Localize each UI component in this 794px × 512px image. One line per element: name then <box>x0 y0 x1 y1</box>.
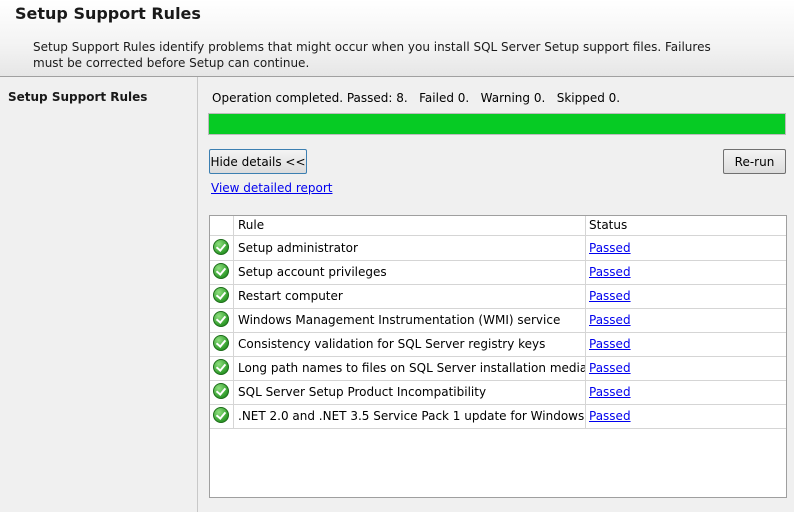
rule-status-cell: Passed <box>586 332 786 356</box>
rule-status-cell: Passed <box>586 236 786 260</box>
rule-name: .NET 2.0 and .NET 3.5 Service Pack 1 upd… <box>234 404 586 428</box>
row-icon-cell <box>210 380 234 404</box>
status-passed-link[interactable]: Passed <box>589 313 631 327</box>
progress-bar <box>208 113 786 135</box>
row-icon-cell <box>210 356 234 380</box>
table-row[interactable]: SQL Server Setup Product Incompatibility… <box>210 380 786 405</box>
operation-status-text: Operation completed. Passed: 8. Failed 0… <box>212 91 621 105</box>
table-row[interactable]: Setup administrator Passed <box>210 236 786 261</box>
page-description: Setup Support Rules identify problems th… <box>33 40 711 70</box>
rule-status-cell: Passed <box>586 356 786 380</box>
progress-bar-fill <box>209 114 785 134</box>
table-row[interactable]: Windows Management Instrumentation (WMI)… <box>210 308 786 333</box>
check-icon <box>213 311 229 327</box>
rule-status-cell: Passed <box>586 380 786 404</box>
column-header-rule[interactable]: Rule <box>234 216 586 235</box>
rule-status-cell: Passed <box>586 308 786 332</box>
table-row[interactable]: Long path names to files on SQL Server i… <box>210 356 786 381</box>
status-passed-link[interactable]: Passed <box>589 409 631 423</box>
page-header: Setup Support Rules Setup Support Rules … <box>0 0 794 77</box>
row-icon-cell <box>210 284 234 308</box>
rule-name: Long path names to files on SQL Server i… <box>234 356 586 380</box>
check-icon <box>213 239 229 255</box>
view-detailed-report-link[interactable]: View detailed report <box>211 181 332 195</box>
nav-item-setup-support-rules[interactable]: Setup Support Rules <box>8 90 147 104</box>
rule-status-cell: Passed <box>586 284 786 308</box>
rerun-button[interactable]: Re-run <box>723 149 786 174</box>
row-icon-cell <box>210 308 234 332</box>
table-row[interactable]: Restart computer Passed <box>210 284 786 309</box>
rule-status-cell: Passed <box>586 404 786 428</box>
column-header-status[interactable]: Status <box>586 216 786 235</box>
check-icon <box>213 407 229 423</box>
table-row[interactable]: .NET 2.0 and .NET 3.5 Service Pack 1 upd… <box>210 404 786 429</box>
rule-name: Setup account privileges <box>234 260 586 284</box>
check-icon <box>213 335 229 351</box>
status-passed-link[interactable]: Passed <box>589 265 631 279</box>
row-icon-cell <box>210 260 234 284</box>
table-header: Rule Status <box>210 216 786 236</box>
row-icon-cell <box>210 236 234 260</box>
status-passed-link[interactable]: Passed <box>589 385 631 399</box>
status-passed-link[interactable]: Passed <box>589 361 631 375</box>
rules-table: Rule Status Setup administrator Passed Set… <box>209 215 787 498</box>
hide-details-button[interactable]: Hide details << <box>209 149 307 174</box>
table-row[interactable]: Setup account privileges Passed <box>210 260 786 285</box>
check-icon <box>213 287 229 303</box>
rule-name: SQL Server Setup Product Incompatibility <box>234 380 586 404</box>
check-icon <box>213 263 229 279</box>
status-passed-link[interactable]: Passed <box>589 289 631 303</box>
left-navigation: Setup Support Rules <box>0 77 198 512</box>
row-icon-cell <box>210 332 234 356</box>
rule-name: Windows Management Instrumentation (WMI)… <box>234 308 586 332</box>
table-row[interactable]: Consistency validation for SQL Server re… <box>210 332 786 357</box>
rule-name: Consistency validation for SQL Server re… <box>234 332 586 356</box>
status-passed-link[interactable]: Passed <box>589 241 631 255</box>
rule-name: Setup administrator <box>234 236 586 260</box>
check-icon <box>213 359 229 375</box>
rule-status-cell: Passed <box>586 260 786 284</box>
status-passed-link[interactable]: Passed <box>589 337 631 351</box>
rule-name: Restart computer <box>234 284 586 308</box>
header-icon-column <box>210 216 234 235</box>
main-panel: Operation completed. Passed: 8. Failed 0… <box>198 77 794 512</box>
check-icon <box>213 383 229 399</box>
row-icon-cell <box>210 404 234 428</box>
page-title: Setup Support Rules <box>15 4 201 23</box>
